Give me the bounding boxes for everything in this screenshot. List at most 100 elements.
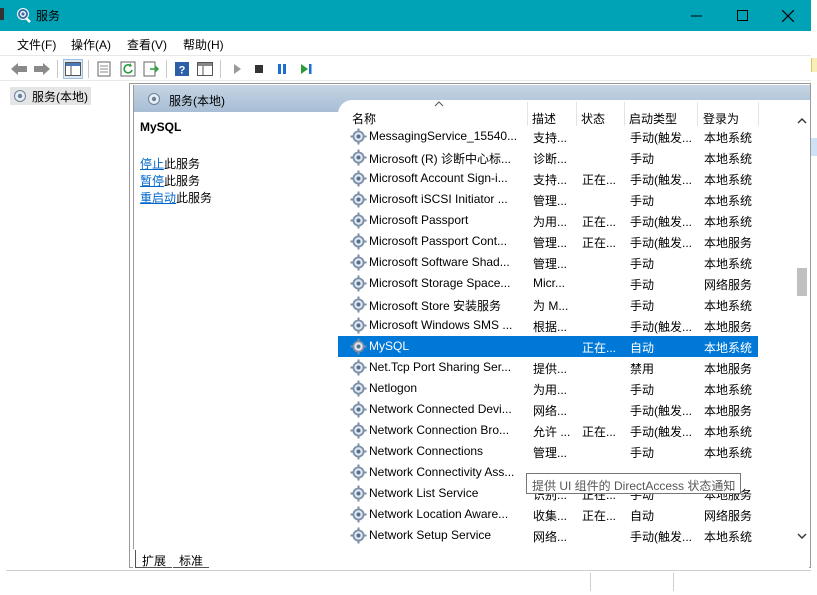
pause-service-link[interactable]: 暂停	[140, 174, 164, 188]
service-name-cell: Network Connected Devi...	[369, 402, 512, 416]
table-row[interactable]: Microsoft Storage Space... Micr... 手动 网络服务	[338, 273, 758, 294]
service-name-cell: Microsoft Software Shad...	[369, 255, 510, 269]
service-description-cell: 支持...	[533, 131, 568, 145]
table-row[interactable]: Microsoft Software Shad... 管理... 手动 本地系统	[338, 252, 758, 273]
service-startup-type-cell: 禁用	[630, 362, 655, 376]
table-row[interactable]: MySQL 正在... 自动 本地系统	[338, 336, 758, 357]
service-description-cell: 诊断...	[533, 152, 568, 166]
table-row[interactable]: Netlogon 为用... 手动 本地系统	[338, 378, 758, 399]
minimize-button[interactable]	[673, 0, 719, 31]
standard-view-button[interactable]	[195, 59, 215, 79]
service-startup-type-cell: 手动	[630, 446, 655, 460]
service-name-cell: MessagingService_15540...	[369, 129, 518, 143]
table-row[interactable]: Microsoft Store 安装服务 为 M... 手动 本地系统	[338, 294, 758, 315]
table-row[interactable]: Network Setup Service 网络... 手动(触发... 本地系统	[338, 525, 758, 546]
table-row[interactable]: Network Connected Devi... 网络... 手动(触发... 本地…	[338, 399, 758, 420]
pause-service-button[interactable]	[272, 59, 292, 79]
service-name-cell: Network Connectivity Ass...	[369, 465, 515, 479]
table-row[interactable]: Network Location Aware... 收集... 正在... 自动 网络服…	[338, 504, 758, 525]
column-separator[interactable]	[697, 102, 698, 126]
services-gear-icon	[17, 8, 31, 23]
column-header-status[interactable]: 状态	[581, 110, 605, 127]
service-startup-type-cell: 手动(触发...	[630, 425, 692, 439]
column-header-name[interactable]: 名称	[352, 110, 376, 127]
help-button[interactable]: ?	[172, 59, 192, 79]
restart-service-link[interactable]: 重启动	[140, 191, 176, 205]
service-log-on-as-cell: 本地系统	[704, 383, 753, 397]
service-gear-icon	[350, 506, 367, 523]
service-log-on-as-cell: 本地系统	[704, 257, 753, 271]
status-bar-divider	[673, 573, 674, 591]
service-startup-type-cell: 自动	[630, 341, 655, 355]
table-row[interactable]: Network Connection Bro... 允许 ... 正在... 手动(触…	[338, 420, 758, 441]
service-log-on-as-cell: 本地服务	[704, 362, 753, 376]
scroll-up-icon[interactable]	[797, 117, 807, 125]
scrollbar-thumb[interactable]	[797, 268, 807, 296]
action-restart: 重启动此服务	[140, 189, 212, 206]
column-header-startup-type[interactable]: 启动类型	[629, 110, 677, 127]
service-name-cell: Microsoft Passport	[369, 213, 469, 227]
tree-item-label: 服务(本地)	[32, 89, 88, 104]
column-separator[interactable]	[576, 102, 577, 126]
tree-item-services-local[interactable]: 服务(本地)	[10, 87, 91, 105]
export-list-button[interactable]	[141, 59, 161, 79]
menu-view[interactable]: 查看(V)	[127, 36, 167, 53]
service-log-on-as-cell: 本地服务	[704, 320, 753, 334]
maximize-button[interactable]	[719, 0, 765, 31]
menu-action[interactable]: 操作(A)	[71, 36, 111, 53]
toolbar-separator	[57, 60, 58, 78]
service-gear-icon	[350, 296, 367, 313]
refresh-button[interactable]	[118, 59, 138, 79]
service-description-cell: 为用...	[533, 383, 568, 397]
table-row[interactable]: Microsoft Passport 为用... 正在... 手动(触发... 本地系统	[338, 210, 758, 231]
column-separator[interactable]	[527, 102, 528, 126]
show-console-tree-button[interactable]	[63, 59, 83, 79]
start-service-button[interactable]	[227, 59, 247, 79]
close-button[interactable]	[765, 0, 811, 31]
table-row[interactable]: Microsoft iSCSI Initiator ... 管理... 手动 本地系统	[338, 189, 758, 210]
menu-help[interactable]: 帮助(H)	[183, 36, 224, 53]
console-tree: 服务(本地)	[6, 83, 130, 568]
table-row[interactable]: Microsoft (R) 诊断中心标... 诊断... 手动 本地系统	[338, 147, 758, 168]
refresh-icon	[120, 61, 136, 77]
service-startup-type-cell: 手动(触发...	[630, 131, 692, 145]
table-row[interactable]: Network Connections 管理... 手动 本地系统	[338, 441, 758, 462]
svg-text:?: ?	[179, 65, 186, 77]
service-log-on-as-cell: 本地系统	[704, 425, 753, 439]
service-description-panel: MySQL 停止此服务 暂停此服务 重启动此服务	[134, 112, 338, 542]
standard-view-icon	[197, 62, 213, 76]
table-row[interactable]: Microsoft Account Sign-i... 支持... 正在... 手动(…	[338, 168, 758, 189]
service-startup-type-cell: 手动(触发...	[630, 320, 692, 334]
table-row[interactable]: MessagingService_15540... 支持... 手动(触发... 本地…	[338, 126, 758, 147]
restart-service-icon	[301, 64, 312, 74]
tab-standard[interactable]: 标准	[173, 550, 210, 568]
column-header-description[interactable]: 描述	[532, 110, 556, 127]
table-row[interactable]: Microsoft Passport Cont... 管理... 正在... 手动(触…	[338, 231, 758, 252]
service-log-on-as-cell: 本地系统	[704, 152, 753, 166]
stop-service-button[interactable]	[249, 59, 269, 79]
back-button[interactable]	[9, 59, 29, 79]
vertical-scrollbar[interactable]	[794, 100, 810, 550]
service-status-cell: 正在...	[582, 341, 617, 355]
service-description-cell: 网络...	[533, 530, 568, 544]
start-service-icon	[234, 64, 241, 74]
menu-file[interactable]: 文件(F)	[17, 36, 56, 53]
tab-extended[interactable]: 扩展	[135, 550, 173, 568]
restart-service-button[interactable]	[296, 59, 316, 79]
forward-arrow-icon	[34, 63, 50, 75]
column-header-log-on-as[interactable]: 登录为	[703, 110, 739, 127]
stop-service-link[interactable]: 停止	[140, 157, 164, 171]
service-startup-type-cell: 手动	[630, 152, 655, 166]
service-gear-icon	[350, 485, 367, 502]
properties-button[interactable]	[94, 59, 114, 79]
service-description-cell: 提供...	[533, 362, 568, 376]
scroll-down-icon[interactable]	[797, 532, 807, 540]
forward-button[interactable]	[32, 59, 52, 79]
table-row[interactable]: Net.Tcp Port Sharing Ser... 提供... 禁用 本地服务	[338, 357, 758, 378]
service-gear-icon	[350, 233, 367, 250]
column-separator[interactable]	[758, 102, 759, 126]
table-row[interactable]: Microsoft Windows SMS ... 根据... 手动(触发... 本地…	[338, 315, 758, 336]
column-separator[interactable]	[624, 102, 625, 126]
service-gear-icon	[350, 191, 367, 208]
service-startup-type-cell: 手动	[630, 257, 655, 271]
